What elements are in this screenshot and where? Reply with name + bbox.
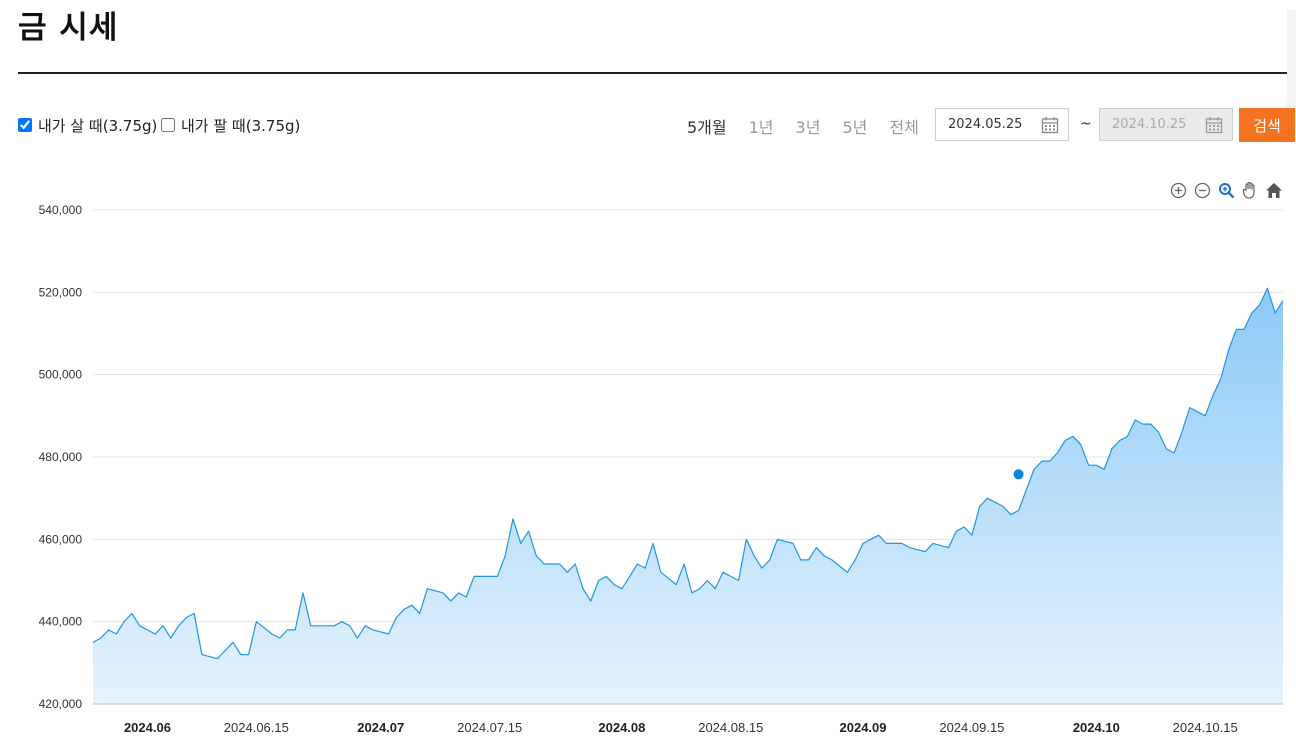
x-tick-label: 2024.09.15 [939,720,1004,735]
x-tick-label: 2024.06.15 [224,720,289,735]
end-date-value: 2024.10.25 [1112,117,1187,132]
y-tick-label: 540,000 [39,203,83,217]
search-button[interactable]: 검색 [1239,108,1295,142]
y-tick-label: 520,000 [39,285,83,299]
period-tab-5y[interactable]: 5년 [842,114,867,138]
x-tick-label: 2024.06 [124,720,171,735]
period-tab-5m[interactable]: 5개월 [687,114,727,138]
x-tick-label: 2024.07.15 [457,720,522,735]
sell-price-option[interactable]: 내가 팔 때(3.75g) [161,114,300,136]
calendar-icon[interactable] [1205,116,1223,138]
calendar-icon[interactable] [1041,116,1059,138]
date-separator: ~ [1080,116,1092,132]
buy-price-checkbox[interactable] [18,118,32,132]
start-date-value: 2024.05.25 [948,117,1023,132]
sell-price-label: 내가 팔 때(3.75g) [181,116,301,135]
buy-price-label: 내가 살 때(3.75g) [38,116,158,135]
period-tabs: 5개월 1년 3년 5년 전체 [687,114,941,138]
y-tick-label: 480,000 [39,450,83,464]
y-tick-label: 500,000 [39,368,83,382]
x-tick-label: 2024.10.15 [1173,720,1238,735]
x-tick-label: 2024.08.15 [698,720,763,735]
period-tab-3y[interactable]: 3년 [796,114,821,138]
end-date-input[interactable]: 2024.10.25 [1099,108,1233,141]
y-tick-label: 420,000 [39,697,83,711]
title-divider [18,72,1287,74]
sell-price-checkbox[interactable] [161,118,175,132]
price-area-fill [93,288,1283,704]
page-title: 금 시세 [18,10,119,46]
period-tab-1y[interactable]: 1년 [749,114,774,138]
x-tick-label: 2024.10 [1073,720,1120,735]
y-tick-label: 440,000 [39,615,83,629]
x-tick-label: 2024.07 [357,720,404,735]
y-tick-label: 460,000 [39,532,83,546]
period-tab-all[interactable]: 전체 [889,114,918,138]
x-tick-label: 2024.08 [598,720,645,735]
buy-price-option[interactable]: 내가 살 때(3.75g) [18,114,157,136]
start-date-input[interactable]: 2024.05.25 [935,108,1069,141]
hover-point-marker[interactable] [1011,467,1026,482]
x-tick-label: 2024.09 [840,720,887,735]
gold-price-chart: 420,000 440,000 460,000 480,000 500,000 520,0… [39,203,1284,735]
